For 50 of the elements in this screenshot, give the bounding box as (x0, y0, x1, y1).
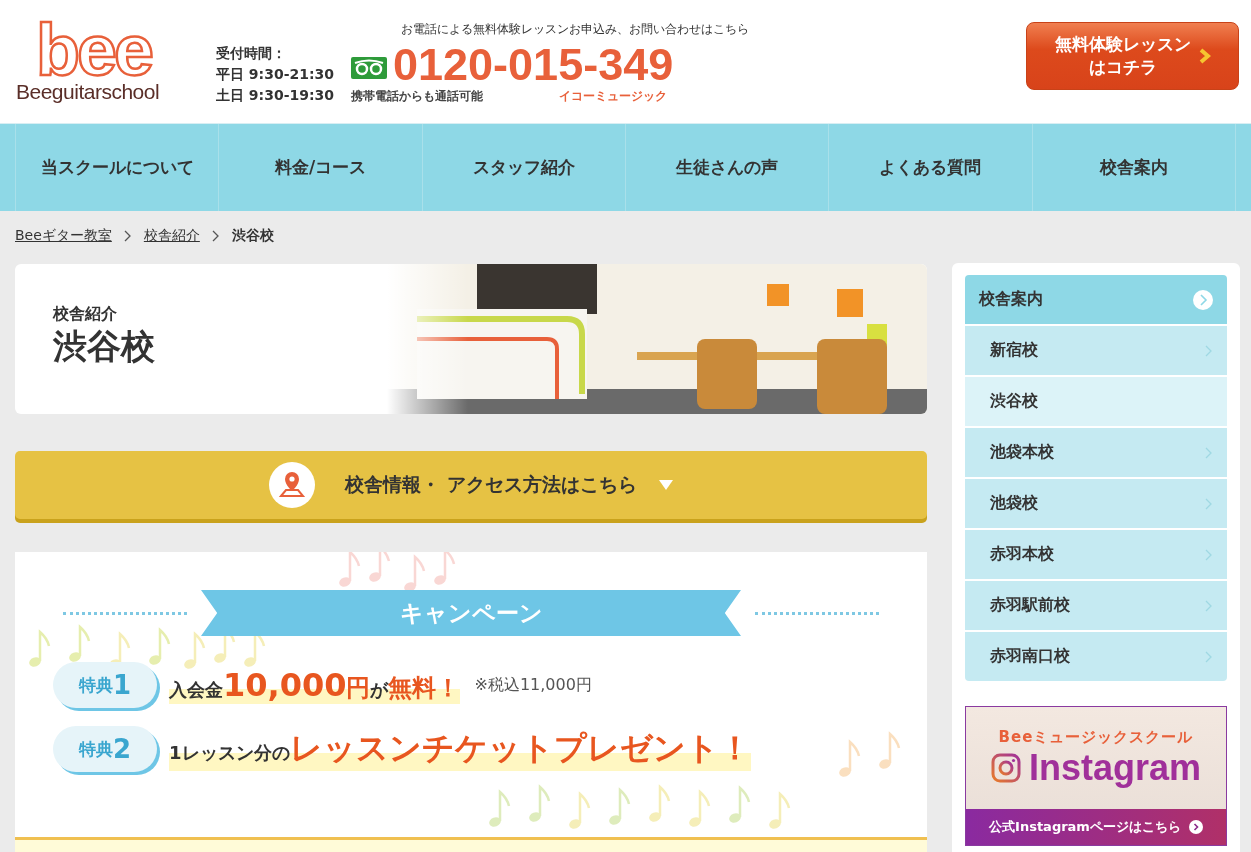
sidebar-heading-text: 校舎案内 (979, 289, 1043, 310)
instagram-wordmark: Instagram (1028, 746, 1202, 789)
free-trial-button[interactable]: 無料体験レッスン はコチラ (1026, 21, 1239, 90)
sidebar-item[interactable]: 赤羽本校 (965, 530, 1227, 579)
caret-down-icon (658, 480, 673, 490)
phone-name: イコーミュージック (559, 87, 667, 105)
chevron-right-icon (1198, 47, 1211, 64)
sidebar-item[interactable]: 渋谷校 (965, 377, 1227, 426)
free-dial-icon (351, 56, 387, 79)
camera-icon (990, 752, 1021, 783)
tax-note: ※税込11,000円 (474, 674, 592, 696)
nav-item[interactable]: よくある質問 (829, 124, 1033, 211)
sidebar-item[interactable]: 赤羽南口校 (965, 632, 1227, 681)
chevron-right-icon (1205, 599, 1213, 612)
nav-item[interactable]: スタッフ紹介 (422, 124, 626, 211)
circle-chevron-icon (1193, 289, 1213, 310)
chevron-right-icon (1205, 344, 1213, 357)
perk-badge: 特典1 (53, 662, 157, 708)
sidebar-item[interactable]: 池袋校 (965, 479, 1227, 528)
circle-chevron-icon (1188, 820, 1203, 834)
chevron-right-icon (1205, 650, 1213, 663)
nav-item[interactable]: 料金/コース (219, 124, 423, 211)
chevron-right-icon (1205, 548, 1213, 561)
tagline: お電話による無料体験レッスンお申込み、お問い合わせはこちら (401, 20, 749, 38)
sidebar-item[interactable]: 新宿校 (965, 326, 1227, 375)
nav-item[interactable]: 校舎案内 (1032, 124, 1236, 211)
breadcrumb-link[interactable]: Beeギター教室 (15, 227, 112, 245)
chevron-right-icon (211, 230, 220, 242)
hero-title: 渋谷校 (53, 325, 156, 367)
breadcrumb-link[interactable]: 校舎紹介 (143, 227, 200, 245)
chevron-right-icon (123, 230, 132, 242)
perk-badge: 特典2 (53, 726, 157, 772)
nav-item[interactable]: 当スクールについて (15, 124, 220, 211)
hero-subtitle: 校舎紹介 (53, 304, 118, 325)
logo-text[interactable]: Beeguitarschool (16, 79, 196, 104)
hours-text: 土日 9:30-19:30 (216, 86, 336, 105)
sidebar-item[interactable]: 赤羽駅前校 (965, 581, 1227, 630)
instagram-caption: Beeミュージックスクール (998, 727, 1194, 747)
campaign-ribbon: キャンペーン (201, 590, 741, 636)
chevron-right-icon (1205, 446, 1213, 459)
chevron-right-icon (1205, 497, 1213, 510)
phone-note: 携帯電話からも通話可能 (351, 87, 483, 105)
sidebar-item[interactable]: 池袋本校 (965, 428, 1227, 477)
hours-text: 平日 9:30-21:30 (216, 65, 336, 84)
hours-text: 受付時間： (216, 44, 287, 63)
sidebar-heading[interactable]: 校舎案内 (965, 275, 1227, 324)
breadcrumb-current: 渋谷校 (231, 227, 274, 245)
instagram-banner[interactable]: Beeミュージックスクール Instagram 公式Instagramページはこちら (965, 706, 1227, 846)
nav-item[interactable]: 生徒さんの声 (626, 124, 830, 211)
map-pin-icon (269, 462, 316, 508)
